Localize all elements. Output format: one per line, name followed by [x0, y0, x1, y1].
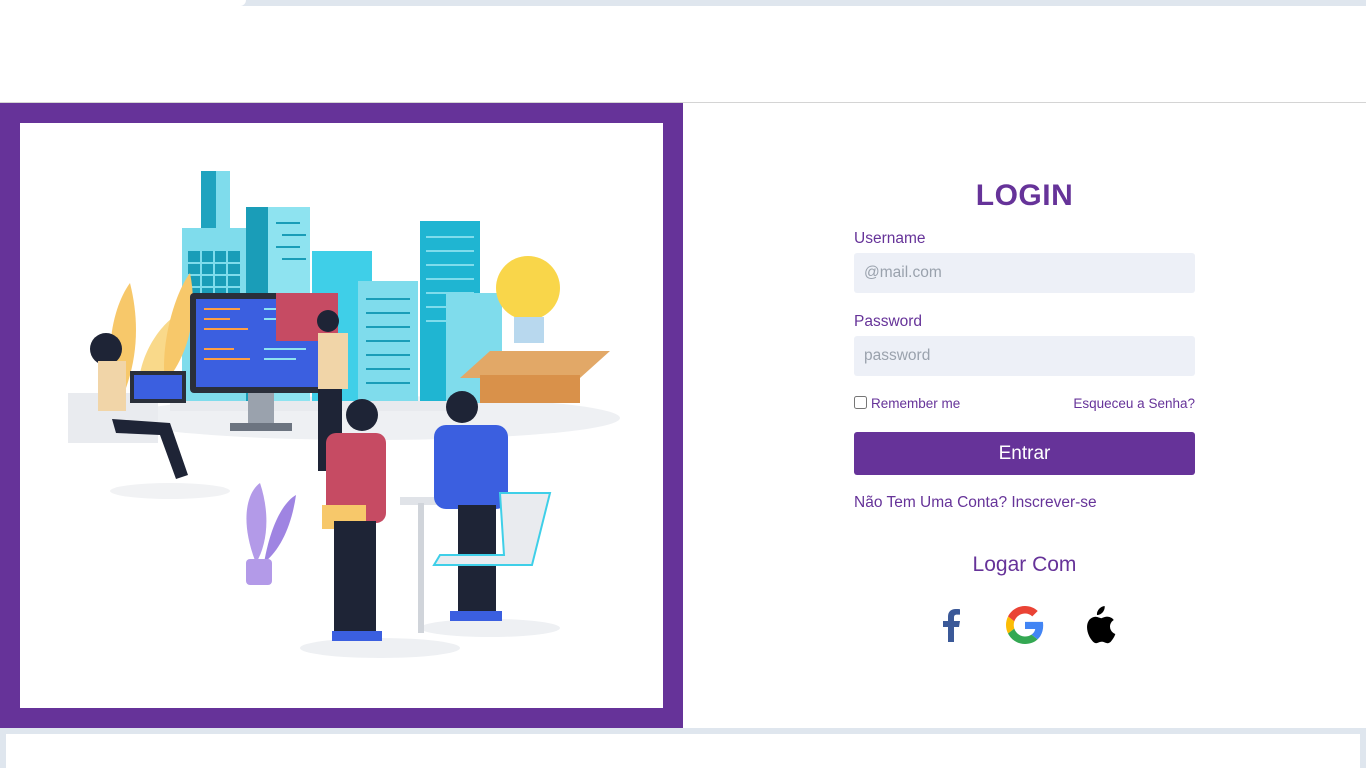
- remember-row: Remember me Esqueceu a Senha?: [854, 395, 1195, 413]
- facebook-icon: [943, 609, 960, 642]
- apple-login-button[interactable]: [1077, 603, 1121, 647]
- team-office-illustration: [68, 171, 620, 658]
- google-login-button[interactable]: [1003, 603, 1047, 647]
- password-input[interactable]: [854, 336, 1195, 376]
- remember-me-checkbox[interactable]: [854, 396, 867, 409]
- forgot-password-link[interactable]: Esqueceu a Senha?: [1073, 396, 1195, 411]
- browser-bottom-strip: [0, 728, 1366, 768]
- login-panel: LOGIN Username Password Remember me Esqu…: [683, 103, 1366, 728]
- illustration-card: [20, 123, 663, 708]
- remember-me-label[interactable]: Remember me: [871, 396, 960, 411]
- password-label: Password: [854, 313, 923, 330]
- illustration-panel: [0, 103, 683, 728]
- page-header: [0, 6, 1366, 103]
- signup-link[interactable]: Não Tem Uma Conta? Inscrever-se: [854, 494, 1097, 512]
- apple-icon: [1087, 606, 1116, 644]
- login-submit-button[interactable]: Entrar: [854, 432, 1195, 475]
- username-label: Username: [854, 230, 926, 247]
- facebook-login-button[interactable]: [929, 603, 973, 647]
- google-icon: [1006, 606, 1044, 644]
- login-title: LOGIN: [975, 179, 1074, 212]
- bottom-page-area: [6, 734, 1360, 768]
- username-input[interactable]: [854, 253, 1195, 293]
- social-login-title: Logar Com: [972, 553, 1077, 576]
